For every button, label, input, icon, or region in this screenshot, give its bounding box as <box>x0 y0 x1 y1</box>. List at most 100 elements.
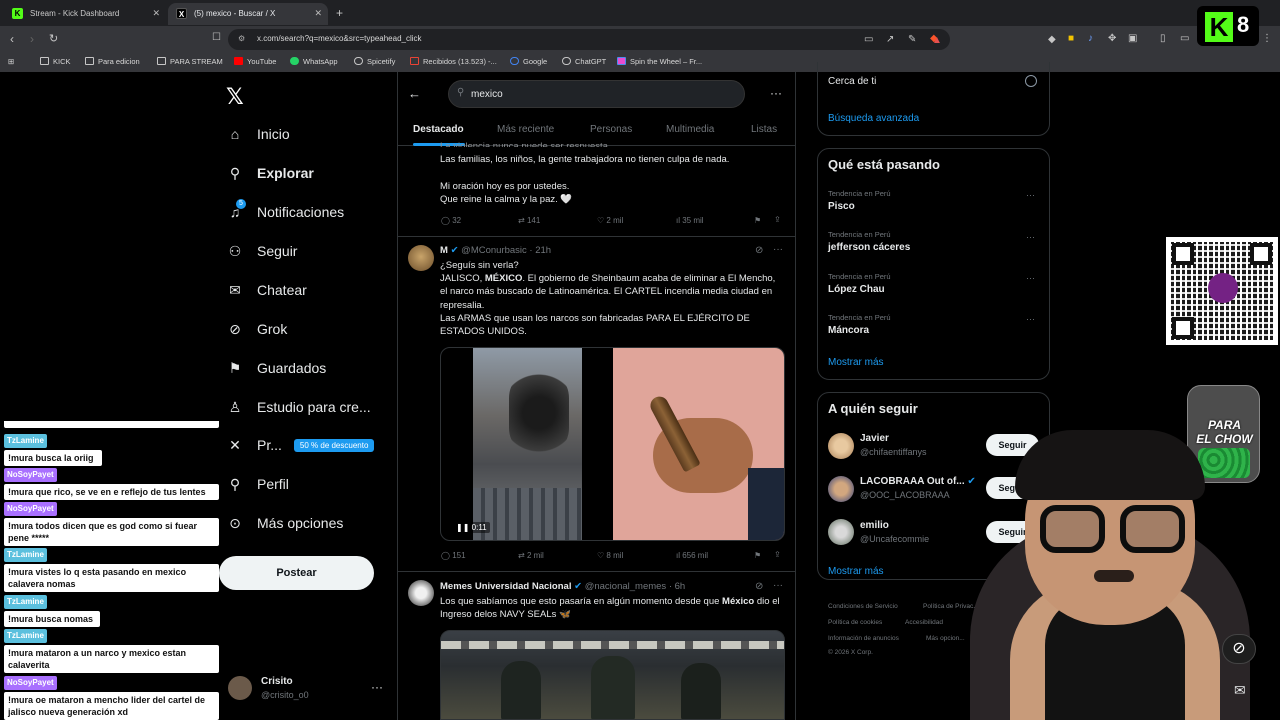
bookmark-item[interactable]: YouTube <box>234 57 276 66</box>
follow-name[interactable]: LACOBRAAA Out of... ✔ <box>860 476 976 487</box>
footer-link[interactable]: Condiciones de Servicio <box>828 603 898 610</box>
nav-grok[interactable]: ⊘ Grok <box>227 316 287 342</box>
grok-floating-icon[interactable]: ⊘ <box>1222 634 1256 664</box>
menu-icon[interactable]: ⋮ <box>1262 33 1272 44</box>
bookmark-item[interactable]: WhatsApp <box>290 57 338 66</box>
footer-link[interactable]: Más opcion... <box>926 635 965 642</box>
show-more-link[interactable]: Mostrar más <box>828 566 884 577</box>
bookmark-item[interactable]: Spicetify <box>354 57 395 66</box>
tweet-video[interactable]: ❚❚ 0:11 <box>440 347 785 541</box>
x-logo-icon[interactable]: 𝕏 <box>226 84 244 110</box>
tweet-time[interactable]: 6h <box>675 581 686 592</box>
browser-tab-kick[interactable]: K Stream - Kick Dashboard ✕ <box>4 3 166 25</box>
footer-link[interactable]: Política de cookies <box>828 619 882 626</box>
tweet-more-icon[interactable]: ··· <box>773 580 783 591</box>
show-more-link[interactable]: Mostrar más <box>828 357 884 368</box>
views-button[interactable]: ıl 35 mil <box>676 216 704 225</box>
author-name[interactable]: Memes Universidad Nacional <box>440 581 571 592</box>
nav-home[interactable]: ⌂ Inicio <box>227 121 290 147</box>
reply-button[interactable]: ◯ 151 <box>441 551 466 560</box>
close-tab-icon[interactable]: ✕ <box>314 8 322 19</box>
advanced-search-link[interactable]: Búsqueda avanzada <box>828 113 919 124</box>
tab-top[interactable]: Destacado <box>413 124 464 135</box>
forward-icon[interactable]: › <box>30 32 34 46</box>
trend-more-icon[interactable]: ··· <box>1026 314 1035 324</box>
bookmark-item[interactable]: ChatGPT <box>562 57 606 66</box>
follow-avatar[interactable] <box>828 519 854 545</box>
cast-icon[interactable]: ▭ <box>864 34 873 45</box>
bookmark-item[interactable]: Spin the Wheel – Fr... <box>617 57 702 66</box>
follow-avatar[interactable] <box>828 433 854 459</box>
new-tab-icon[interactable]: + <box>336 6 343 20</box>
extension-icon[interactable]: ◆ <box>1048 34 1056 45</box>
trend-name[interactable]: Pisco <box>828 201 855 212</box>
footer-link[interactable]: Información de anuncios <box>828 635 899 642</box>
follow-name[interactable]: emilio <box>860 520 889 531</box>
repost-button[interactable]: ⇄ 2 mil <box>518 551 544 560</box>
nav-more[interactable]: ⊙ Más opciones <box>227 510 343 536</box>
near-you-radio[interactable] <box>1025 75 1037 87</box>
like-button[interactable]: ♡ 2 mil <box>597 216 623 225</box>
follow-name[interactable]: Javier <box>860 433 889 444</box>
post-button[interactable]: Postear <box>219 556 374 590</box>
video-controls[interactable]: ❚❚ 0:11 <box>453 522 490 533</box>
bookmark-icon[interactable]: ⚑ <box>754 216 761 225</box>
wallet-icon[interactable]: ▭ <box>1180 33 1189 44</box>
extension-notes-icon[interactable]: ■ <box>1068 33 1074 44</box>
tweet-avatar[interactable] <box>408 580 434 606</box>
account-avatar[interactable] <box>228 676 252 700</box>
nav-profile[interactable]: ⚲ Perfil <box>227 471 289 497</box>
trend-more-icon[interactable]: ··· <box>1026 232 1035 242</box>
extensions-puzzle-icon[interactable]: ✥ <box>1108 33 1116 44</box>
trend-name[interactable]: jefferson cáceres <box>828 242 910 253</box>
bookmark-item[interactable]: PARA STREAM <box>157 57 223 66</box>
extension-audio-icon[interactable]: ♪ <box>1088 33 1093 44</box>
pause-icon[interactable]: ❚❚ <box>456 523 472 532</box>
grok-explain-icon[interactable]: ⊘ <box>755 245 763 256</box>
close-tab-icon[interactable]: ✕ <box>152 8 160 19</box>
nav-explore[interactable]: ⚲ Explorar <box>227 160 314 186</box>
author-name[interactable]: M <box>440 245 448 256</box>
back-icon[interactable]: ‹ <box>10 32 14 46</box>
repost-button[interactable]: ⇄ 141 <box>518 216 540 225</box>
edit-icon[interactable]: ✎ <box>908 34 916 45</box>
search-input[interactable]: ⚲ mexico <box>448 80 745 108</box>
nav-premium[interactable]: ✕ Pr... 50 % de descuento <box>227 432 375 458</box>
tab-lists[interactable]: Listas <box>751 124 777 135</box>
bookmark-item[interactable]: Google <box>510 57 547 66</box>
grok-explain-icon[interactable]: ⊘ <box>755 581 763 592</box>
author-handle[interactable]: @MConurbasic <box>461 245 527 256</box>
bookmark-item[interactable]: Para edicion <box>85 57 140 66</box>
reply-button[interactable]: ◯ 32 <box>441 216 461 225</box>
browser-tab-x[interactable]: X (5) mexico - Buscar / X ✕ <box>168 3 328 25</box>
account-menu-icon[interactable]: ··· <box>371 680 383 694</box>
reload-icon[interactable]: ↻ <box>49 32 58 45</box>
screenshot-icon[interactable]: ▣ <box>1128 33 1137 44</box>
views-button[interactable]: ıl 656 mil <box>676 551 708 560</box>
nav-follow[interactable]: ⚇ Seguir <box>227 238 298 264</box>
search-options-icon[interactable]: ··· <box>770 86 782 100</box>
author-handle[interactable]: @nacional_memes <box>585 581 666 592</box>
tab-people[interactable]: Personas <box>590 124 632 135</box>
bookmark-item[interactable]: KICK <box>40 57 71 66</box>
url-field[interactable]: ⚙ x.com/search?q=mexico&src=typeahead_cl… <box>228 29 950 50</box>
sidebar-toggle-icon[interactable]: ▯ <box>1160 33 1166 44</box>
messages-drawer-icon[interactable]: ✉ <box>1234 682 1246 699</box>
tweet-avatar[interactable] <box>408 245 434 271</box>
trend-name[interactable]: Máncora <box>828 325 869 336</box>
bookmark-page-icon[interactable]: ☐ <box>212 32 221 43</box>
share-icon[interactable]: ⇪ <box>774 215 781 224</box>
like-button[interactable]: ♡ 8 mil <box>597 551 623 560</box>
nav-bookmarks[interactable]: ⚑ Guardados <box>227 355 327 381</box>
bookmark-item[interactable]: Recibidos (13.523) -... <box>410 57 497 66</box>
trend-more-icon[interactable]: ··· <box>1026 190 1035 200</box>
nav-creator-studio[interactable]: ♙ Estudio para cre... <box>227 394 371 420</box>
back-arrow-icon[interactable]: ← <box>408 86 421 101</box>
trend-name[interactable]: López Chau <box>828 284 885 295</box>
follow-avatar[interactable] <box>828 476 854 502</box>
trend-more-icon[interactable]: ··· <box>1026 273 1035 283</box>
brave-rewards-icon[interactable]: ▲ <box>932 35 942 46</box>
site-info-icon[interactable]: ⚙ <box>238 34 245 43</box>
nav-chat[interactable]: ✉ Chatear <box>227 277 307 303</box>
apps-grid-icon[interactable]: ⊞ <box>8 57 14 66</box>
